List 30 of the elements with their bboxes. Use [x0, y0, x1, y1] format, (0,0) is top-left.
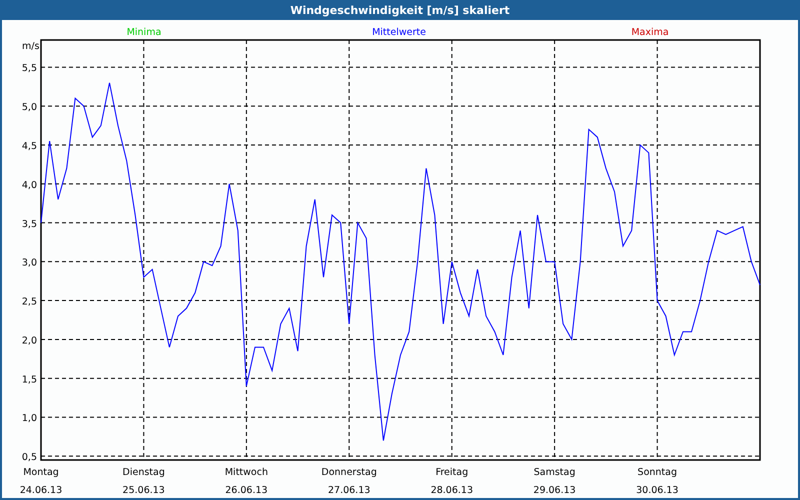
- y-tick-label: 1,0: [22, 413, 37, 424]
- date-label: 28.06.13: [430, 485, 474, 496]
- y-tick-label: 3,5: [22, 218, 37, 230]
- weekday-label: Sonntag: [638, 467, 678, 478]
- y-tick-label: 2,0: [22, 335, 37, 346]
- y-tick-label: 2,5: [22, 296, 37, 308]
- date-label: 29.06.13: [533, 485, 576, 496]
- date-label: 26.06.13: [225, 485, 268, 496]
- window-title: Windgeschwindigkeit [m/s] skaliert: [290, 4, 510, 16]
- date-label: 25.06.13: [122, 485, 165, 496]
- y-tick-label: 3,0: [22, 258, 37, 269]
- y-tick-label: 1,5: [22, 374, 37, 386]
- weekday-label: Donnerstag: [321, 467, 377, 478]
- y-tick-label: 5,5: [22, 63, 37, 74]
- weekday-label: Freitag: [436, 467, 468, 478]
- date-label: 24.06.13: [20, 485, 62, 496]
- y-tick-label: 5,0: [22, 102, 37, 114]
- y-tick-label: 0,5: [22, 452, 37, 464]
- y-tick-label: 4,0: [22, 180, 37, 191]
- y-axis-unit: m/s: [22, 41, 40, 52]
- legend-label: Maxima: [631, 27, 669, 38]
- weekday-label: Montag: [23, 467, 59, 478]
- date-label: 30.06.13: [636, 485, 678, 496]
- weekday-label: Samstag: [534, 467, 576, 478]
- y-tick-label: 4,5: [22, 141, 37, 152]
- weekday-label: Mittwoch: [224, 467, 268, 478]
- legend-label: Minima: [126, 27, 162, 38]
- date-label: 27.06.13: [328, 485, 370, 496]
- weekday-label: Dienstag: [122, 467, 165, 478]
- legend-label: Mittelwerte: [372, 27, 426, 38]
